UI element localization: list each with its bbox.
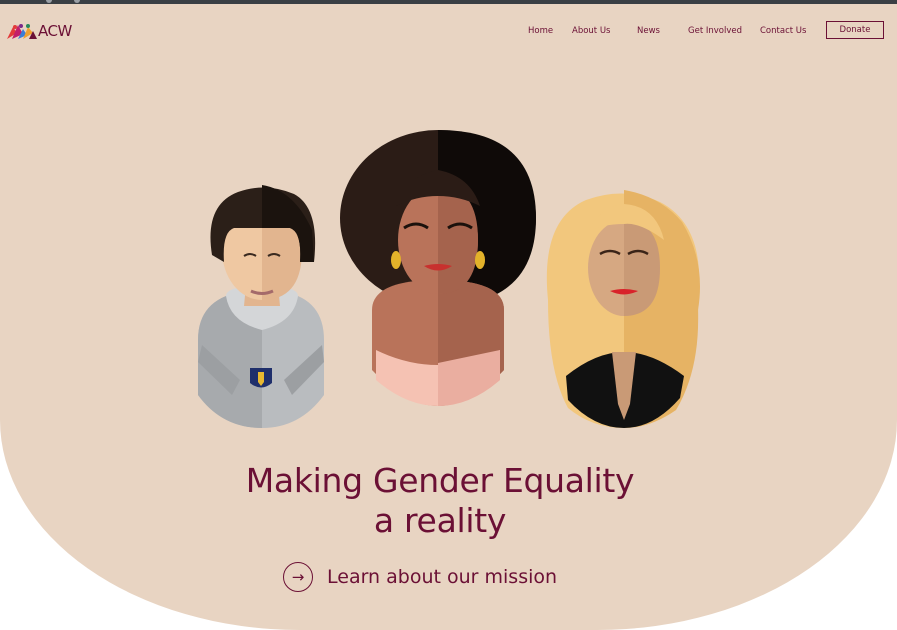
- hero-headline-line1: Making Gender Equality: [245, 461, 635, 500]
- hero-headline-line2: a reality: [373, 501, 507, 540]
- portrait-armored-woman: [198, 185, 324, 428]
- hero-headline: Making Gender Equality a reality: [0, 461, 880, 541]
- portrait-blonde-woman: [546, 190, 700, 428]
- arrow-right-icon: →: [283, 562, 313, 592]
- learn-mission-link[interactable]: → Learn about our mission: [283, 562, 557, 592]
- portrait-afro-woman: [340, 130, 536, 406]
- learn-mission-label: Learn about our mission: [327, 566, 558, 588]
